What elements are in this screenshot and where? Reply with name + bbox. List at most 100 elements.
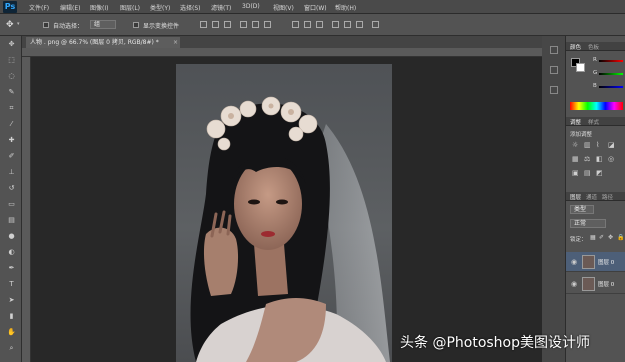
layer-name[interactable]: 图层 0 bbox=[598, 280, 614, 288]
menu-layer[interactable]: 图层(L) bbox=[120, 3, 140, 12]
blend-mode-dropdown[interactable]: 正常 bbox=[570, 219, 606, 228]
menu-select[interactable]: 选择(S) bbox=[180, 3, 201, 12]
pen-icon[interactable]: ✒ bbox=[6, 264, 17, 273]
distribute-top-icon[interactable] bbox=[292, 21, 299, 28]
eye-icon[interactable]: ◉ bbox=[571, 280, 577, 288]
hue-saturation-icon[interactable]: ▦ bbox=[572, 155, 579, 163]
distribute-hcenter-icon[interactable] bbox=[344, 21, 351, 28]
align-hcenter-icon[interactable] bbox=[252, 21, 259, 28]
lock-all-icon[interactable]: 🔒 bbox=[617, 234, 624, 241]
tab-layers[interactable]: 图层 bbox=[570, 193, 581, 201]
brush-icon[interactable]: ✐ bbox=[6, 152, 17, 161]
lock-transparency-icon[interactable]: ▦ bbox=[590, 234, 596, 241]
auto-select-checkbox[interactable] bbox=[43, 22, 49, 28]
document-tab-title: 人物 . png @ 66.7% (图层 0 拷贝, RGB/8#) * bbox=[30, 39, 159, 46]
eye-icon[interactable]: ◉ bbox=[571, 258, 577, 266]
portrait-illustration bbox=[190, 96, 390, 362]
layer-filter-kind-label: 类型 bbox=[574, 206, 587, 213]
channel-g-slider[interactable] bbox=[599, 73, 623, 75]
lock-paint-icon[interactable]: ✐ bbox=[599, 234, 604, 241]
channel-g-label: G bbox=[593, 70, 598, 76]
distribute-vcenter-icon[interactable] bbox=[304, 21, 311, 28]
menu-file[interactable]: 文件(F) bbox=[29, 3, 49, 12]
document-tab-bar: 人物 . png @ 66.7% (图层 0 拷贝, RGB/8#) * × bbox=[22, 36, 542, 48]
posterize-icon[interactable]: ▤ bbox=[584, 169, 591, 177]
menu-3d[interactable]: 3D(D) bbox=[242, 3, 260, 10]
levels-icon[interactable]: ▥ bbox=[584, 141, 591, 149]
rectangle-icon[interactable]: ▮ bbox=[6, 312, 17, 321]
path-select-icon[interactable]: ➤ bbox=[6, 296, 17, 305]
clone-stamp-icon[interactable]: ⊥ bbox=[6, 168, 17, 177]
properties-icon[interactable] bbox=[550, 66, 558, 74]
adjust-panel-tabs: 调整 样式 bbox=[566, 117, 625, 126]
layer-name[interactable]: 图层 0 bbox=[598, 258, 614, 266]
crop-icon[interactable]: ⌗ bbox=[6, 104, 17, 113]
menu-window[interactable]: 窗口(W) bbox=[304, 3, 327, 12]
auto-align-icon[interactable] bbox=[372, 21, 379, 28]
portrait-photo[interactable] bbox=[176, 64, 392, 362]
menu-type[interactable]: 类型(Y) bbox=[150, 3, 170, 12]
distribute-right-icon[interactable] bbox=[356, 21, 363, 28]
lasso-icon[interactable]: ◌ bbox=[6, 72, 17, 81]
brightness-icon[interactable]: ☼ bbox=[572, 141, 578, 149]
tab-adjustments[interactable]: 调整 bbox=[570, 118, 581, 126]
curves-icon[interactable]: ⌇ bbox=[596, 141, 599, 149]
blur-icon[interactable]: ● bbox=[6, 232, 17, 241]
type-icon[interactable]: T bbox=[6, 280, 17, 289]
layer-row[interactable]: ◉ 图层 0 bbox=[566, 274, 625, 294]
menu-filter[interactable]: 滤镜(T) bbox=[211, 3, 231, 12]
auto-select-dropdown[interactable]: 组 bbox=[90, 20, 116, 29]
tab-styles[interactable]: 样式 bbox=[588, 118, 599, 126]
eraser-icon[interactable]: ▭ bbox=[6, 200, 17, 209]
hand-icon[interactable]: ✋ bbox=[6, 328, 17, 337]
info-icon[interactable] bbox=[550, 86, 558, 94]
history-brush-icon[interactable]: ↺ bbox=[6, 184, 17, 193]
invert-icon[interactable]: ▣ bbox=[572, 169, 579, 177]
close-icon[interactable]: × bbox=[173, 37, 178, 48]
align-right-icon[interactable] bbox=[264, 21, 271, 28]
marquee-icon[interactable]: ⬚ bbox=[6, 56, 17, 65]
align-bottom-icon[interactable] bbox=[224, 21, 231, 28]
move-tool-icon[interactable]: ✥ bbox=[6, 20, 14, 30]
menu-edit[interactable]: 编辑(E) bbox=[60, 3, 80, 12]
menu-help[interactable]: 帮助(H) bbox=[335, 3, 356, 12]
tool-preset-chevron-icon[interactable]: ▾ bbox=[17, 21, 20, 27]
photo-filter-icon[interactable]: ◎ bbox=[608, 155, 614, 163]
align-top-icon[interactable] bbox=[200, 21, 207, 28]
history-icon[interactable] bbox=[550, 46, 558, 54]
menu-image[interactable]: 图像(I) bbox=[90, 3, 108, 12]
menu-view[interactable]: 视图(V) bbox=[273, 3, 294, 12]
canvas-area[interactable] bbox=[31, 57, 542, 362]
align-left-icon[interactable] bbox=[240, 21, 247, 28]
color-balance-icon[interactable]: ⚖ bbox=[584, 155, 590, 163]
color-spectrum-bar[interactable] bbox=[570, 102, 623, 110]
zoom-icon[interactable]: ⌕ bbox=[6, 344, 17, 353]
align-vcenter-icon[interactable] bbox=[212, 21, 219, 28]
exposure-icon[interactable]: ◪ bbox=[608, 141, 615, 149]
auto-select-label: 自动选择： bbox=[53, 23, 84, 30]
document-tab[interactable]: 人物 . png @ 66.7% (图层 0 拷贝, RGB/8#) * × bbox=[26, 37, 180, 48]
background-color-swatch[interactable] bbox=[576, 63, 585, 72]
channel-r-slider[interactable] bbox=[599, 60, 623, 62]
dodge-icon[interactable]: ◐ bbox=[6, 248, 17, 257]
layer-row[interactable]: ◉ 图层 0 bbox=[566, 252, 625, 272]
show-transform-checkbox[interactable] bbox=[133, 22, 139, 28]
ruler-horizontal bbox=[22, 48, 542, 57]
lock-position-icon[interactable]: ✥ bbox=[608, 234, 613, 241]
layer-filter-kind[interactable]: 类型 bbox=[570, 205, 594, 214]
move-icon[interactable]: ✥ bbox=[6, 40, 17, 49]
healing-brush-icon[interactable]: ✚ bbox=[6, 136, 17, 145]
tab-channels[interactable]: 通道 bbox=[586, 193, 597, 201]
black-white-icon[interactable]: ◧ bbox=[596, 155, 603, 163]
tab-paths[interactable]: 路径 bbox=[602, 193, 613, 201]
distribute-bottom-icon[interactable] bbox=[316, 21, 323, 28]
tab-color[interactable]: 颜色 bbox=[570, 43, 581, 51]
watermark-text: 头条 @Photoshop美图设计师 bbox=[400, 335, 591, 351]
channel-b-slider[interactable] bbox=[599, 86, 623, 88]
quick-select-icon[interactable]: ✎ bbox=[6, 88, 17, 97]
gradient-icon[interactable]: ▤ bbox=[6, 216, 17, 225]
distribute-left-icon[interactable] bbox=[332, 21, 339, 28]
tab-swatches[interactable]: 色板 bbox=[588, 43, 599, 51]
eyedropper-icon[interactable]: ⁄ bbox=[6, 120, 17, 129]
threshold-icon[interactable]: ◩ bbox=[596, 169, 603, 177]
